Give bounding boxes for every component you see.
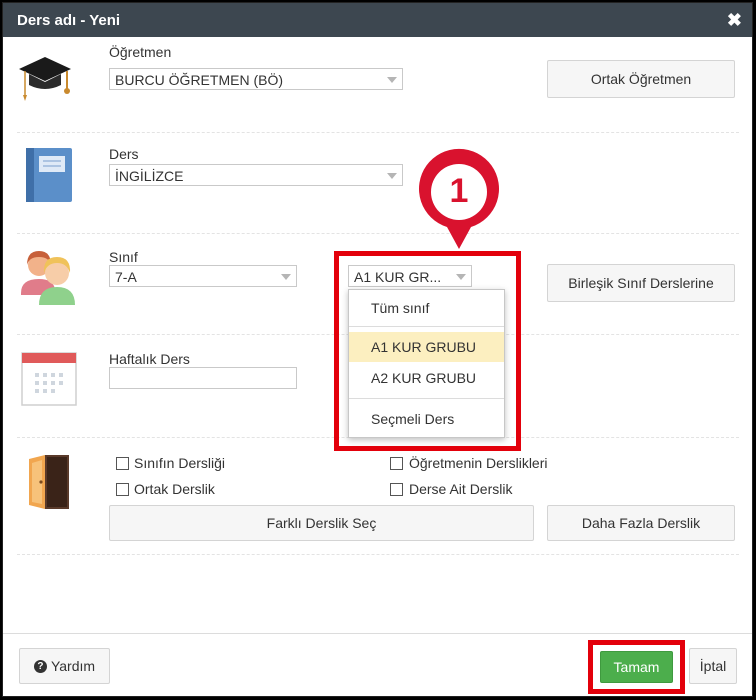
book-icon bbox=[26, 148, 72, 202]
room-checkbox[interactable] bbox=[390, 483, 403, 496]
calendar-icon bbox=[21, 352, 77, 406]
teacher-select-value: BURCU ÖĞRETMEN (BÖ) bbox=[115, 72, 283, 88]
divider bbox=[17, 554, 739, 555]
course-select[interactable]: İNGİLİZCE bbox=[109, 164, 403, 186]
room-checkbox[interactable] bbox=[116, 457, 129, 470]
highlight-frame bbox=[334, 251, 521, 451]
help-button-label: Yardım bbox=[50, 658, 96, 674]
teacher-label: Öğretmen bbox=[109, 44, 172, 60]
choose-room-button[interactable]: Farklı Derslik Seç bbox=[109, 505, 534, 541]
class-select-value: 7-A bbox=[115, 269, 137, 285]
users-icon bbox=[21, 251, 75, 305]
class-label: Sınıf bbox=[109, 249, 138, 265]
merged-class-button[interactable]: Birleşik Sınıf Derslerine bbox=[547, 264, 735, 302]
course-select-value: İNGİLİZCE bbox=[115, 168, 184, 184]
dialog-titlebar: Ders adı - Yeni ✖ bbox=[3, 3, 752, 37]
room-checkbox-label: Derse Ait Derslik bbox=[409, 481, 513, 497]
room-checkbox[interactable] bbox=[390, 457, 403, 470]
help-button[interactable]: ? Yardım bbox=[19, 648, 110, 684]
chevron-down-icon bbox=[387, 77, 397, 83]
lesson-dialog: Ders adı - Yeni ✖ Öğretmen BURCU ÖĞRETME… bbox=[2, 2, 753, 697]
ok-button[interactable]: Tamam bbox=[600, 651, 673, 683]
weekly-input[interactable] bbox=[109, 367, 297, 389]
room-checkbox-label: Öğretmenin Derslikleri bbox=[409, 455, 548, 471]
more-rooms-button[interactable]: Daha Fazla Derslik bbox=[547, 505, 735, 541]
room-checkbox[interactable] bbox=[116, 483, 129, 496]
chevron-down-icon bbox=[281, 274, 291, 280]
teacher-select[interactable]: BURCU ÖĞRETMEN (BÖ) bbox=[109, 68, 403, 90]
course-label: Ders bbox=[109, 146, 139, 162]
question-circle-icon: ? bbox=[33, 659, 47, 673]
room-checkbox-label: Ortak Derslik bbox=[134, 481, 215, 497]
dialog-title: Ders adı - Yeni bbox=[17, 12, 121, 29]
cancel-button[interactable]: İptal bbox=[689, 648, 737, 684]
step-marker-number: 1 bbox=[449, 172, 469, 210]
class-select[interactable]: 7-A bbox=[109, 265, 297, 287]
graduation-cap-icon bbox=[19, 57, 71, 101]
close-icon[interactable]: ✖ bbox=[727, 10, 742, 31]
door-icon bbox=[29, 455, 69, 509]
divider bbox=[17, 132, 739, 133]
common-teacher-button[interactable]: Ortak Öğretmen bbox=[547, 60, 735, 98]
footer-divider bbox=[3, 633, 752, 634]
divider bbox=[17, 233, 739, 234]
chevron-down-icon bbox=[387, 173, 397, 179]
weekly-label: Haftalık Ders bbox=[109, 351, 190, 367]
room-checkbox-label: Sınıfın Dersliği bbox=[134, 455, 226, 471]
